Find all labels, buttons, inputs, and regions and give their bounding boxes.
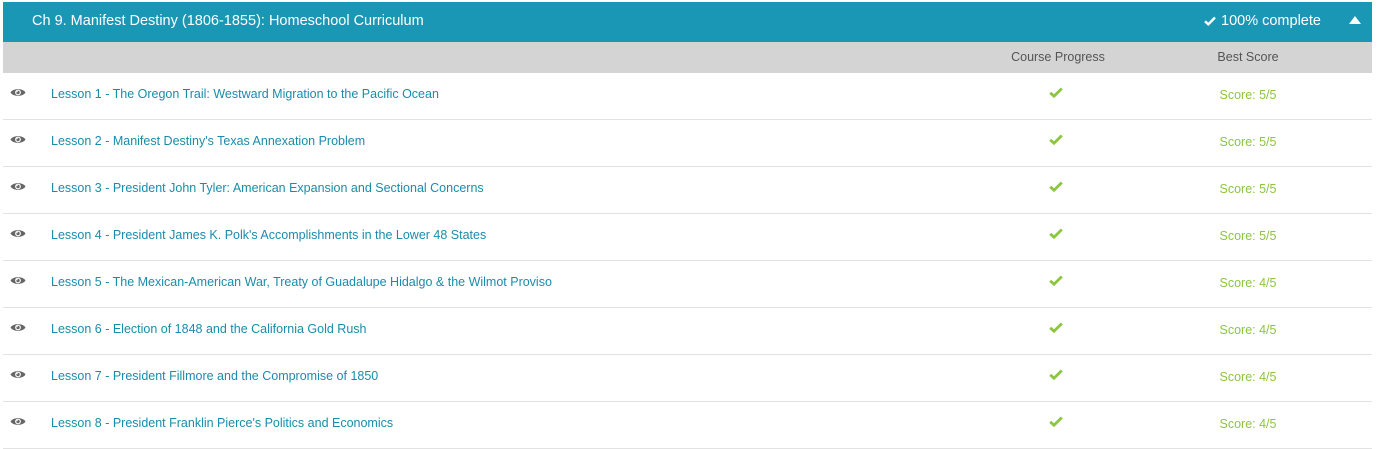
eye-icon[interactable] (10, 134, 26, 145)
progress-check-icon (1049, 228, 1063, 239)
best-score-header: Best Score (1217, 50, 1279, 64)
lesson-link[interactable]: Lesson 2 - Manifest Destiny's Texas Anne… (51, 134, 365, 148)
lesson-list: Lesson 1 - The Oregon Trail: Westward Mi… (3, 73, 1372, 449)
completion-label: 100% complete (1221, 13, 1321, 29)
progress-check-icon (1049, 416, 1063, 427)
eye-icon[interactable] (10, 228, 26, 239)
progress-check-icon (1049, 275, 1063, 286)
lesson-link[interactable]: Lesson 8 - President Franklin Pierce's P… (51, 416, 393, 430)
lesson-row: Lesson 1 - The Oregon Trail: Westward Mi… (3, 73, 1372, 120)
course-progress-header: Course Progress (1011, 50, 1105, 64)
best-score: Score: 4/5 (1219, 417, 1277, 431)
collapse-caret-icon[interactable] (1349, 16, 1361, 24)
eye-icon[interactable] (10, 416, 26, 427)
lesson-row: Lesson 3 - President John Tyler: America… (3, 167, 1372, 214)
eye-icon[interactable] (10, 275, 26, 286)
best-score: Score: 4/5 (1219, 276, 1277, 290)
progress-check-icon (1049, 181, 1063, 192)
chapter-panel: Ch 9. Manifest Destiny (1806-1855): Home… (3, 2, 1372, 449)
lesson-link[interactable]: Lesson 7 - President Fillmore and the Co… (51, 369, 378, 383)
lesson-link[interactable]: Lesson 6 - Election of 1848 and the Cali… (51, 322, 366, 336)
lesson-link[interactable]: Lesson 4 - President James K. Polk's Acc… (51, 228, 486, 242)
completion-status: 100% complete (1204, 13, 1321, 29)
best-score: Score: 4/5 (1219, 323, 1277, 337)
lesson-link[interactable]: Lesson 1 - The Oregon Trail: Westward Mi… (51, 87, 439, 101)
progress-check-icon (1049, 87, 1063, 98)
lesson-link[interactable]: Lesson 3 - President John Tyler: America… (51, 181, 484, 195)
chapter-header[interactable]: Ch 9. Manifest Destiny (1806-1855): Home… (3, 2, 1372, 42)
best-score: Score: 4/5 (1219, 370, 1277, 384)
eye-icon[interactable] (10, 181, 26, 192)
eye-icon[interactable] (10, 87, 26, 98)
progress-check-icon (1049, 134, 1063, 145)
progress-check-icon (1049, 369, 1063, 380)
best-score: Score: 5/5 (1219, 182, 1277, 196)
column-header-row: Course Progress Best Score (3, 42, 1372, 73)
lesson-row: Lesson 4 - President James K. Polk's Acc… (3, 214, 1372, 261)
best-score: Score: 5/5 (1219, 229, 1277, 243)
lesson-row: Lesson 6 - Election of 1848 and the Cali… (3, 308, 1372, 355)
eye-icon[interactable] (10, 322, 26, 333)
lesson-row: Lesson 8 - President Franklin Pierce's P… (3, 402, 1372, 449)
best-score: Score: 5/5 (1219, 88, 1277, 102)
lesson-row: Lesson 2 - Manifest Destiny's Texas Anne… (3, 120, 1372, 167)
lesson-row: Lesson 7 - President Fillmore and the Co… (3, 355, 1372, 402)
lesson-row: Lesson 5 - The Mexican-American War, Tre… (3, 261, 1372, 308)
best-score: Score: 5/5 (1219, 135, 1277, 149)
eye-icon[interactable] (10, 369, 26, 380)
chapter-title[interactable]: Ch 9. Manifest Destiny (1806-1855): Home… (32, 13, 424, 29)
lesson-link[interactable]: Lesson 5 - The Mexican-American War, Tre… (51, 275, 552, 289)
check-icon (1204, 16, 1216, 26)
progress-check-icon (1049, 322, 1063, 333)
